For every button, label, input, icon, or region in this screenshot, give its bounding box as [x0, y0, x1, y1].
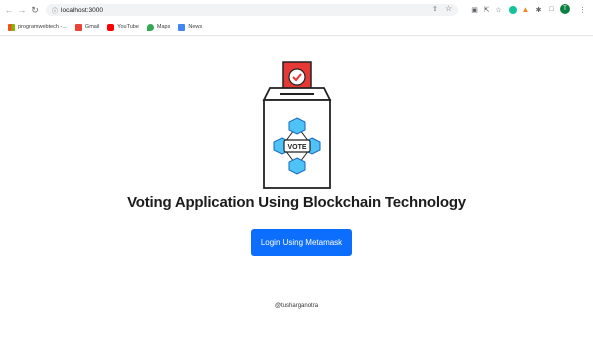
maps-icon: [146, 23, 154, 31]
browser-toolbar: ← → ↻ ⓘ localhost:3000 ⇧ ☆ ▣ ⇱ ☆ ▲ ✱ □ T…: [0, 0, 593, 19]
install-app-icon[interactable]: ⇱: [482, 5, 491, 14]
windows-icon: [8, 23, 15, 31]
bookmark-label: programwebtech -...: [18, 24, 67, 30]
side-panel-icon[interactable]: □: [547, 5, 556, 14]
back-icon[interactable]: ←: [3, 4, 15, 16]
bookmark-programwebtech[interactable]: programwebtech -...: [8, 23, 67, 31]
profile-avatar[interactable]: T: [560, 4, 570, 14]
news-icon: [178, 23, 186, 31]
vote-label-text: VOTE: [287, 144, 306, 151]
bookmark-news[interactable]: News: [178, 23, 203, 31]
vote-ballot-box-logo: VOTE: [262, 61, 332, 189]
cast-icon[interactable]: ▣: [470, 5, 479, 14]
page-title: Voting Application Using Blockchain Tech…: [127, 194, 466, 211]
checkmark-icon: [288, 68, 306, 86]
browser-window: ← → ↻ ⓘ localhost:3000 ⇧ ☆ ▣ ⇱ ☆ ▲ ✱ □ T…: [0, 0, 593, 337]
grammarly-extension-icon[interactable]: [508, 5, 517, 14]
bookmark-star-icon[interactable]: ☆: [445, 4, 452, 13]
bookmark-label: Gmail: [84, 24, 100, 30]
footer-credit: @tusharganotra: [274, 303, 319, 309]
forward-icon[interactable]: →: [16, 4, 28, 16]
bookmark-label: YouTube: [117, 24, 139, 30]
bookmark-youtube[interactable]: YouTube: [107, 23, 139, 31]
bookmark-label: News: [188, 24, 203, 30]
gmail-icon: [74, 23, 82, 31]
address-bar[interactable]: ⓘ localhost:3000 ⇧ ☆: [46, 4, 458, 16]
login-metamask-button[interactable]: Login Using Metamask: [251, 229, 352, 256]
url-text: localhost:3000: [61, 6, 103, 14]
youtube-icon: [107, 23, 115, 31]
extensions-puzzle-icon[interactable]: ✱: [534, 5, 543, 14]
bookmark-gmail[interactable]: Gmail: [74, 23, 100, 31]
bookmark-label: Maps: [156, 24, 171, 30]
menu-kebab-icon[interactable]: ⋮: [578, 5, 587, 14]
reload-icon[interactable]: ↻: [29, 4, 41, 16]
bookmarks-bar: programwebtech -... Gmail YouTube Maps N…: [0, 19, 593, 36]
site-info-icon[interactable]: ⓘ: [52, 6, 58, 15]
star-icon[interactable]: ☆: [494, 5, 503, 14]
bookmark-maps[interactable]: Maps: [146, 23, 171, 31]
share-icon[interactable]: ⇧: [432, 5, 438, 13]
metamask-extension-icon[interactable]: ▲: [521, 5, 530, 14]
